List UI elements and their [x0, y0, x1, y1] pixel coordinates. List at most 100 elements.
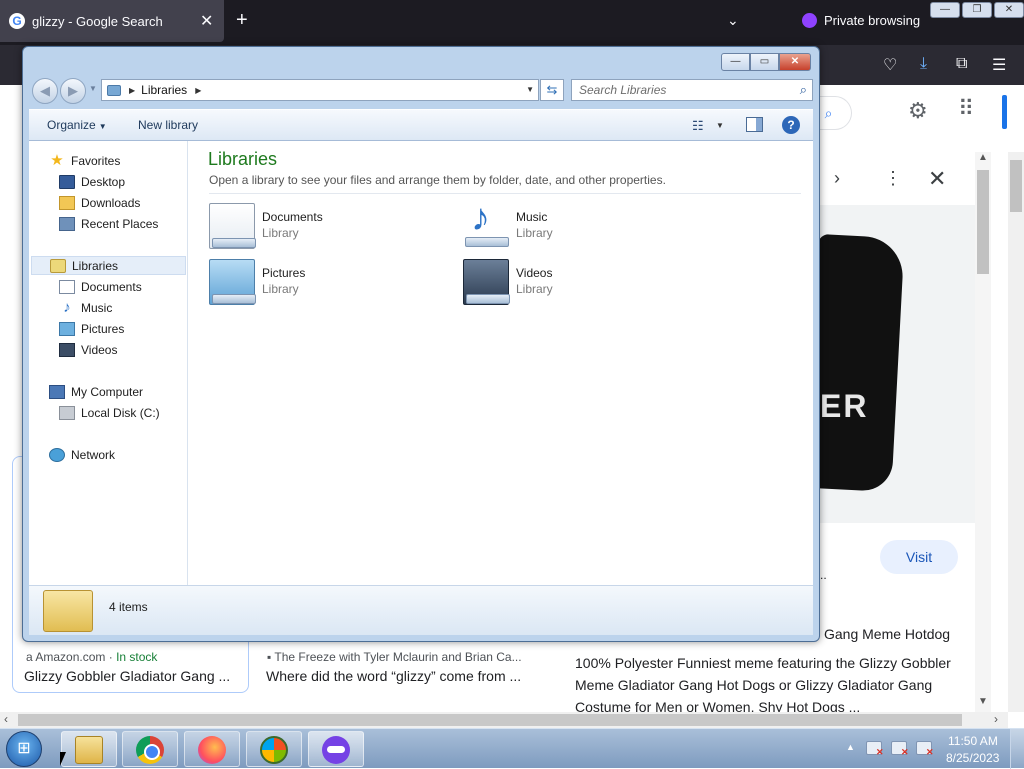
preview-pane-icon[interactable]	[746, 117, 763, 132]
taskbar-explorer[interactable]	[61, 731, 117, 767]
help-icon[interactable]: ?	[782, 116, 800, 134]
page-title: Libraries	[208, 149, 278, 169]
clock-time[interactable]: 11:50 AM	[948, 734, 998, 748]
nav-local-disk[interactable]: Local Disk (C:)	[59, 403, 160, 422]
result-description: 100% Polyester Funniest meme featuring t…	[575, 655, 951, 715]
hamburger-menu-icon[interactable]: ☰	[992, 55, 1006, 75]
download-icon[interactable]: ⤓	[920, 55, 927, 73]
navigation-pane[interactable]: ★ Favorites Desktop Downloads Recent Plac…	[29, 141, 188, 585]
scroll-left-icon[interactable]: ‹	[4, 712, 8, 726]
search-box[interactable]: ⌕	[571, 79, 813, 101]
forward-arrow-icon[interactable]: ▶	[60, 78, 86, 104]
extensions-icon[interactable]: ⧉	[956, 55, 967, 73]
settings-gear-icon[interactable]: ⚙	[908, 98, 928, 124]
list-all-tabs-chevron-icon[interactable]: ⌄	[727, 12, 739, 29]
browser-close-button[interactable]: ✕	[994, 2, 1024, 18]
scroll-right-icon[interactable]: ›	[994, 712, 998, 726]
card-title[interactable]: Where did the word “glizzy” come from ..…	[266, 668, 521, 684]
explorer-body: ★ Favorites Desktop Downloads Recent Plac…	[29, 141, 813, 585]
breadcrumb-chevron-icon[interactable]: ▶	[195, 86, 201, 95]
window-controls: — ▭ ✕	[721, 53, 811, 71]
page-subtitle: Open a library to see your files and arr…	[209, 173, 666, 187]
nav-videos[interactable]: Videos	[59, 340, 117, 359]
libraries-folder-icon	[107, 84, 121, 96]
library-music[interactable]: ♪ Music Library	[463, 197, 683, 253]
next-image-chevron-icon[interactable]: ›	[834, 168, 840, 189]
nav-music[interactable]: ♪ Music	[59, 298, 112, 317]
recent-pages-dropdown-icon[interactable]: ▼	[89, 84, 97, 93]
page-scroll-thumb[interactable]	[1010, 160, 1022, 212]
scroll-down-icon[interactable]: ▼	[978, 696, 988, 707]
back-arrow-icon[interactable]: ◀	[32, 78, 58, 104]
taskbar-chrome[interactable]	[122, 731, 178, 767]
search-input[interactable]	[572, 80, 782, 100]
close-preview-icon[interactable]: ✕	[928, 166, 946, 192]
nav-label: My Computer	[71, 384, 144, 399]
card-source-name: Amazon.com	[35, 650, 106, 664]
nav-desktop[interactable]: Desktop	[59, 172, 125, 191]
library-pictures[interactable]: Pictures Library	[209, 259, 429, 309]
taskbar-firefox-private[interactable]	[308, 731, 364, 767]
command-bar: Organize ▼ New library ☷ ▼ ?	[29, 109, 813, 141]
taskbar-firefox[interactable]	[184, 731, 240, 767]
maximize-button[interactable]: ▭	[750, 53, 779, 71]
address-bar[interactable]: ▶ Libraries ▶ ▼	[101, 79, 539, 101]
chevron-down-icon: ▼	[98, 122, 107, 131]
horizontal-scroll-thumb[interactable]	[18, 714, 962, 726]
amazon-icon: a	[26, 650, 33, 664]
nav-documents[interactable]: Documents	[59, 277, 142, 296]
sign-in-button[interactable]	[1002, 95, 1007, 129]
pocket-icon[interactable]: ♡	[883, 55, 897, 75]
page-scrollbar[interactable]	[1008, 152, 1024, 712]
scroll-up-icon[interactable]: ▲	[978, 152, 988, 163]
nav-network[interactable]: Network	[49, 445, 115, 464]
taskbar-media-center[interactable]	[246, 731, 302, 767]
refresh-icon[interactable]: ⇆	[540, 79, 564, 101]
more-options-icon[interactable]: ⋮	[884, 168, 902, 189]
nav-my-computer[interactable]: My Computer	[49, 382, 143, 401]
start-button[interactable]: ⊞	[6, 731, 42, 767]
browser-restore-button[interactable]: ❐	[962, 2, 992, 18]
address-dropdown-icon[interactable]: ▼	[526, 85, 534, 94]
new-library-button[interactable]: New library	[138, 118, 198, 132]
private-mask-icon	[802, 13, 817, 28]
library-type: Library	[262, 282, 299, 296]
item-count: 4 items	[109, 600, 148, 614]
clock-date[interactable]: 8/25/2023	[946, 751, 999, 765]
new-tab-plus-icon[interactable]: +	[236, 9, 248, 32]
search-icon[interactable]: ⌕	[800, 82, 807, 98]
library-videos[interactable]: Videos Library	[463, 259, 683, 309]
mouse-cursor-icon	[60, 752, 66, 766]
show-desktop-button[interactable]	[1010, 729, 1024, 769]
google-apps-icon[interactable]: ⠿	[958, 96, 974, 122]
videos-film-icon	[59, 342, 75, 357]
nav-downloads[interactable]: Downloads	[59, 193, 140, 212]
organize-label: Organize	[47, 118, 96, 132]
recent-places-icon	[59, 216, 75, 231]
browser-tab[interactable]: G glizzy - Google Search ✕	[0, 0, 224, 42]
nav-favorites[interactable]: ★ Favorites	[49, 151, 120, 170]
minimize-button[interactable]: —	[721, 53, 750, 71]
browser-minimize-button[interactable]: —	[930, 2, 960, 18]
libraries-explorer-window[interactable]: — ▭ ✕ ◀ ▶ ▼ ▶ Libraries ▶ ▼ ⇆ ⌕ Organize…	[22, 46, 820, 642]
breadcrumb-libraries[interactable]: Libraries	[141, 83, 187, 97]
close-button[interactable]: ✕	[779, 53, 811, 71]
library-documents[interactable]: Documents Library	[209, 203, 429, 253]
pillow-image-text: ER	[820, 388, 869, 424]
card-title[interactable]: Glizzy Gobbler Gladiator Gang ...	[24, 668, 230, 684]
view-options-dropdown-icon[interactable]: ▼	[716, 121, 724, 130]
tab-close-icon[interactable]: ✕	[200, 11, 213, 31]
visit-button[interactable]: Visit	[880, 540, 958, 574]
taskbar: ⊞ ▲ ✕ ✕ ✕ 11:50 AM 8/25/2023	[0, 728, 1024, 769]
nav-pictures[interactable]: Pictures	[59, 319, 124, 338]
music-library-icon: ♪	[463, 197, 509, 249]
nav-label: Music	[81, 300, 113, 315]
panel-scroll-thumb[interactable]	[977, 170, 989, 274]
show-hidden-icons-icon[interactable]: ▲	[846, 742, 855, 752]
breadcrumb-chevron-icon[interactable]: ▶	[129, 86, 135, 95]
organize-button[interactable]: Organize ▼	[47, 118, 107, 132]
nav-libraries[interactable]: Libraries	[31, 256, 186, 275]
change-view-icon[interactable]: ☷	[692, 118, 704, 134]
nav-recent-places[interactable]: Recent Places	[59, 214, 158, 233]
result-title[interactable]: Gang Meme Hotdog	[824, 626, 950, 642]
